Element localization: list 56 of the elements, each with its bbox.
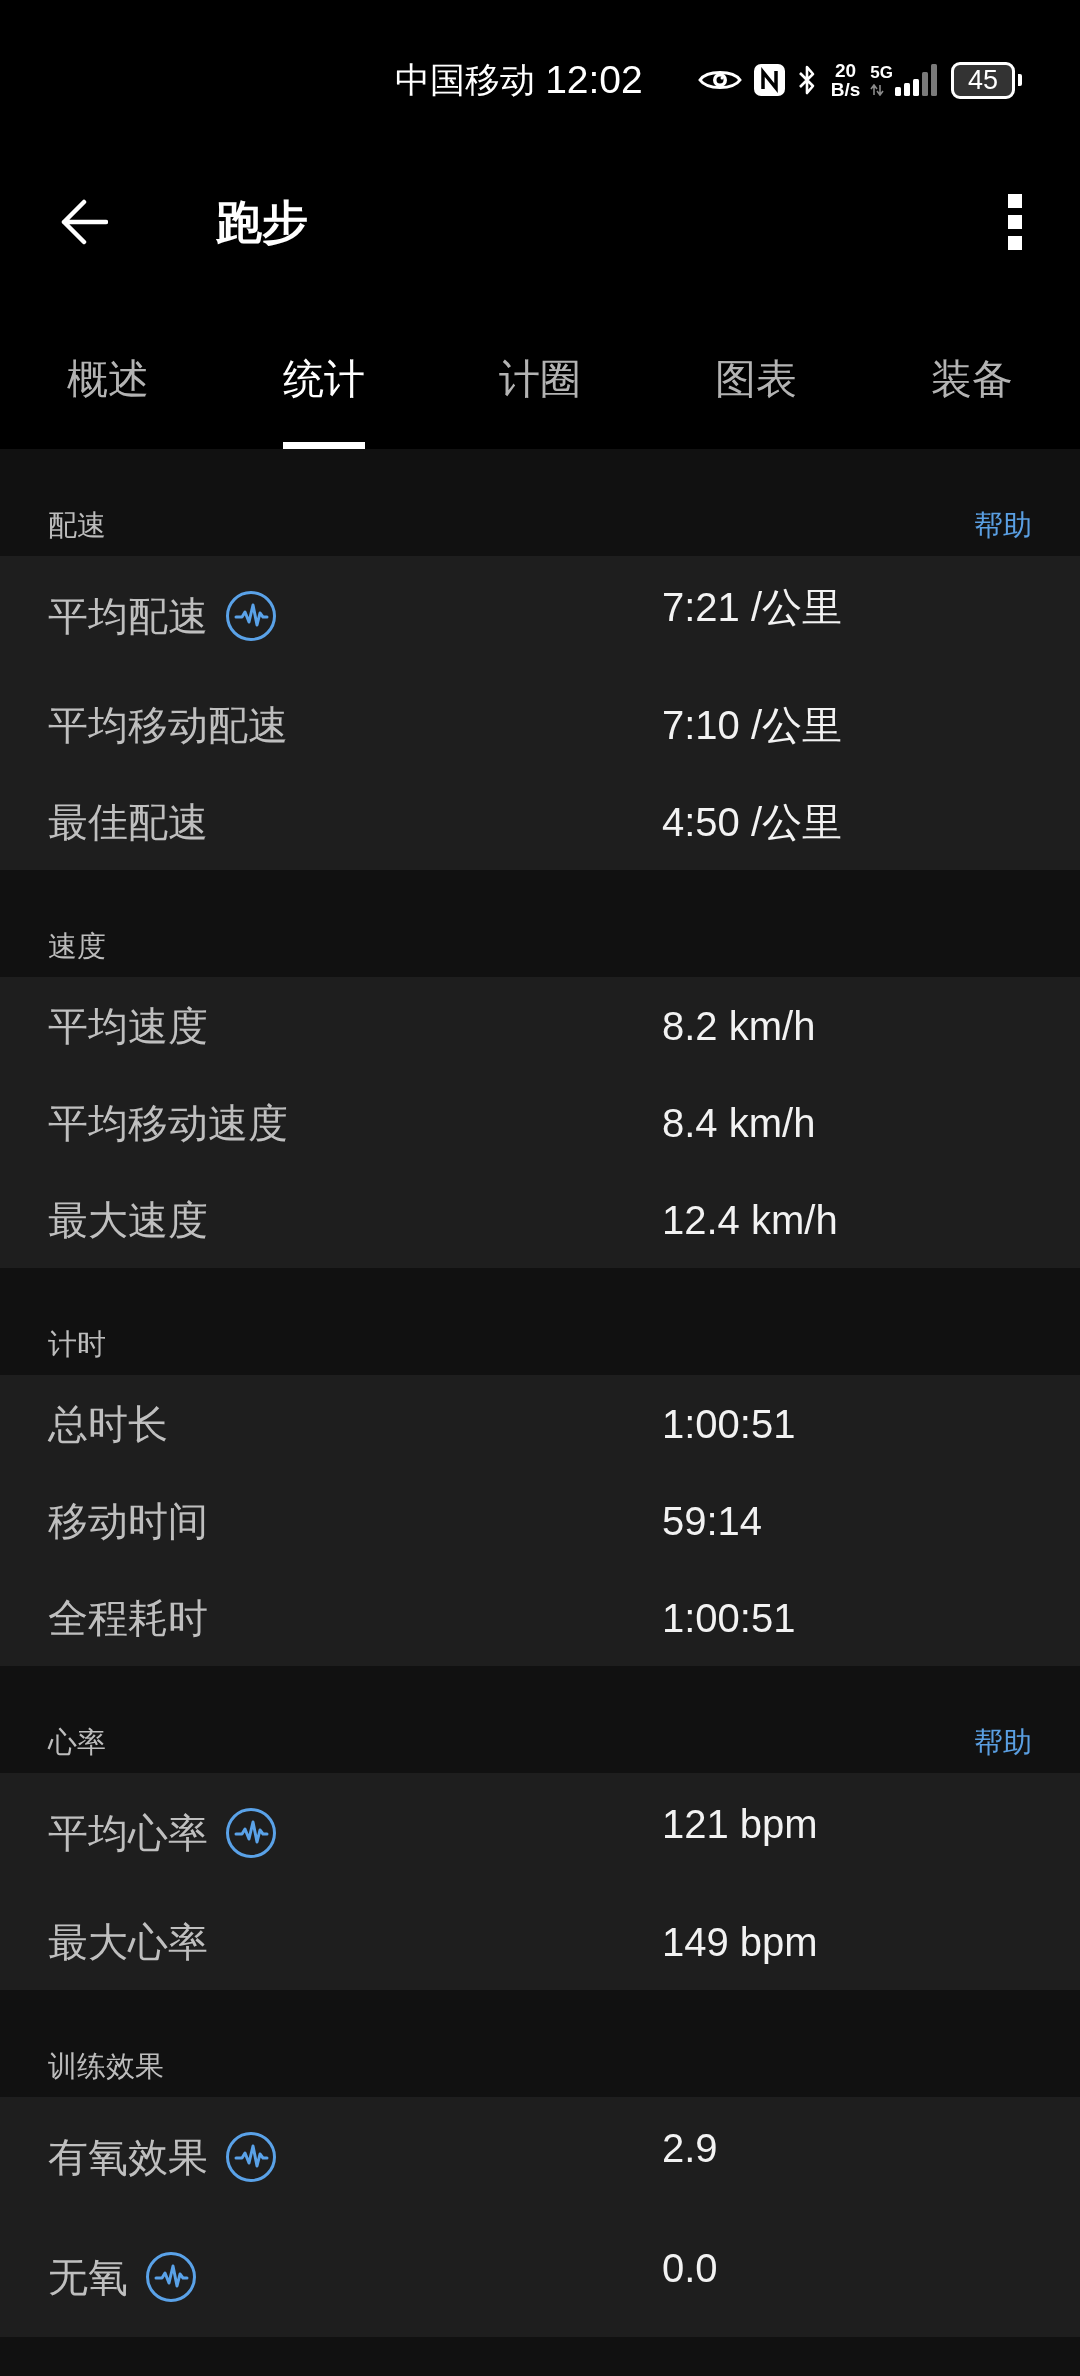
stat-label: 无氧	[48, 2254, 128, 2301]
bluetooth-icon	[796, 64, 817, 96]
tab[interactable]: 计圈	[499, 355, 581, 449]
waveform-icon[interactable]	[225, 590, 277, 642]
stat-label: 有氧效果	[48, 2134, 208, 2181]
stat-value: 59:14	[662, 1497, 763, 1545]
clock-time: 12:02	[545, 58, 643, 102]
network-type: 5G	[870, 64, 893, 82]
waveform-icon[interactable]	[145, 2251, 197, 2303]
stat-label: 平均配速	[48, 593, 208, 640]
stat-label: 最大速度	[48, 1196, 208, 1244]
section-title: 心率	[48, 1725, 106, 1760]
nfc-icon	[753, 64, 785, 96]
stat-label: 全程耗时	[48, 1594, 208, 1642]
waveform-icon[interactable]	[225, 2131, 277, 2183]
stat-value: 121 bpm	[662, 1801, 818, 1848]
help-link[interactable]: 帮助	[974, 507, 1032, 543]
stat-value: 12.4 km/h	[662, 1196, 838, 1244]
data-arrows-icon	[870, 84, 885, 96]
stat-label: 平均速度	[48, 1002, 208, 1050]
waveform-icon[interactable]	[225, 1807, 277, 1859]
stat-label: 最大心率	[48, 1918, 208, 1966]
stat-value: 8.4 km/h	[662, 1099, 816, 1147]
more-button[interactable]	[1008, 194, 1022, 250]
stat-label: 移动时间	[48, 1497, 208, 1545]
stat-label: 总时长	[48, 1400, 168, 1448]
stat-value: 4:50 /公里	[662, 798, 843, 846]
back-button[interactable]	[60, 199, 108, 245]
section-title: 配速	[48, 508, 106, 543]
section-title: 训练效果	[48, 2049, 164, 2084]
arrow-left-icon	[60, 199, 108, 245]
section-title: 速度	[48, 929, 106, 964]
stat-label: 平均移动速度	[48, 1099, 288, 1147]
stat-value: 1:00:51	[662, 1594, 796, 1642]
section-title: 计时	[48, 1327, 106, 1362]
screen-title: 跑步	[216, 195, 308, 250]
stat-value: 1:00:51	[662, 1400, 796, 1448]
carrier-name: 中国移动	[395, 60, 536, 100]
stat-value: 149 bpm	[662, 1918, 818, 1966]
stat-value: 8.2 km/h	[662, 1002, 816, 1050]
signal-icon	[895, 64, 939, 96]
stat-value: 7:21 /公里	[662, 584, 843, 631]
stat-value: 0.0	[662, 2245, 718, 2292]
stat-value: 2.9	[662, 2125, 718, 2172]
stat-label: 最佳配速	[48, 798, 208, 846]
battery-indicator: 45	[951, 61, 1022, 99]
stat-value: 7:10 /公里	[662, 701, 843, 749]
tab[interactable]: 概述	[67, 355, 149, 449]
net-speed-unit: B/s	[830, 80, 861, 99]
stat-label: 平均移动配速	[48, 701, 288, 749]
tab[interactable]: 装备	[931, 355, 1013, 449]
net-speed-value: 20	[834, 61, 857, 80]
stat-label: 平均心率	[48, 1810, 208, 1857]
more-icon	[1008, 194, 1022, 250]
help-link[interactable]: 帮助	[974, 1724, 1032, 1760]
tab[interactable]: 图表	[715, 355, 797, 449]
